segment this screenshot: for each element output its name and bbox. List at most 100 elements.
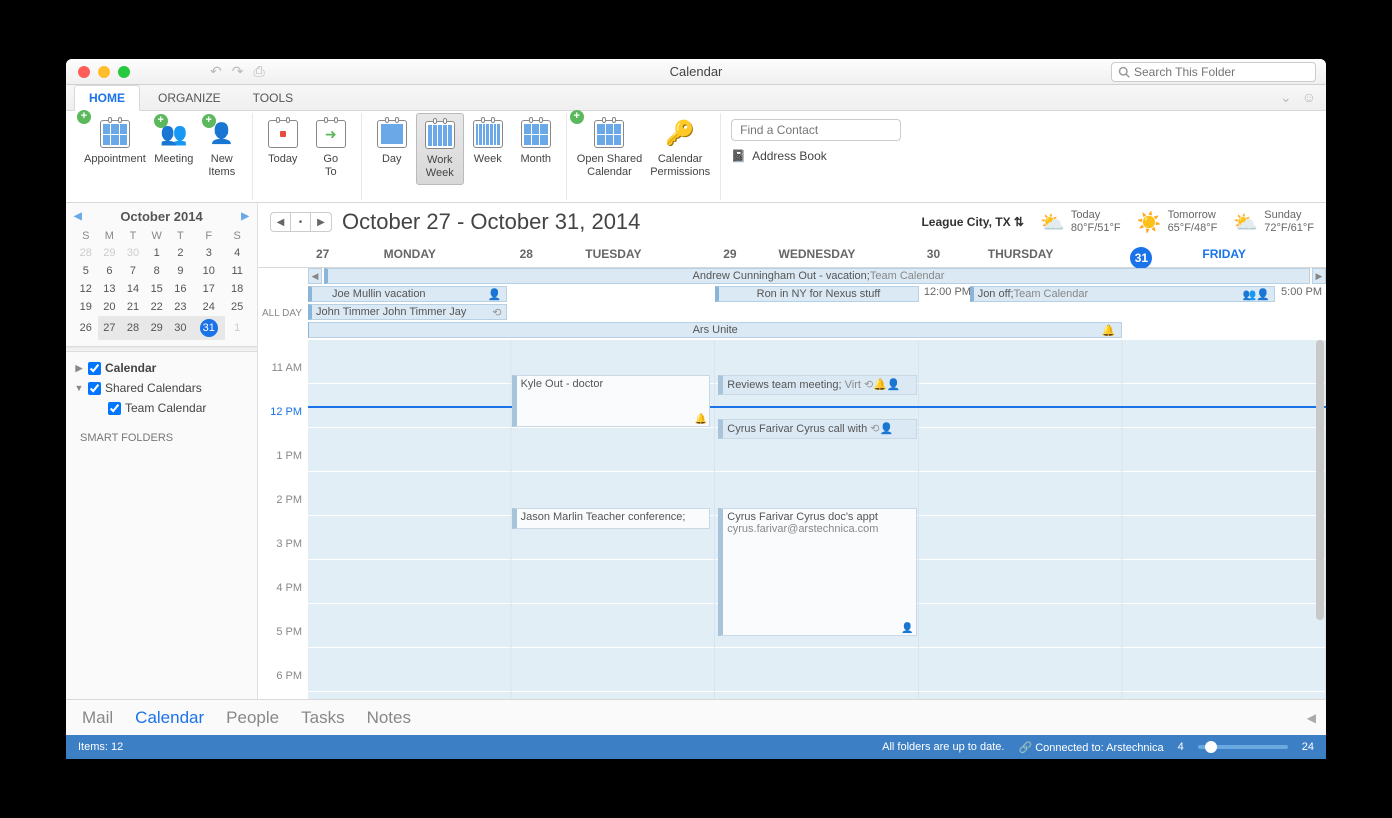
mini-calendar-day[interactable]: 20 bbox=[98, 298, 122, 316]
calendar-event[interactable]: Cyrus Farivar Cyrus doc's appt cyrus.far… bbox=[718, 508, 917, 636]
mini-calendar-day[interactable]: 13 bbox=[98, 280, 122, 298]
mini-calendar-day[interactable]: 22 bbox=[145, 298, 169, 316]
help-icon[interactable]: ☺ bbox=[1302, 89, 1316, 106]
search-input[interactable] bbox=[1111, 62, 1316, 82]
day-view-button[interactable]: Day bbox=[368, 113, 416, 170]
mini-calendar-day[interactable]: 27 bbox=[98, 316, 122, 340]
scrollbar-thumb[interactable] bbox=[1316, 340, 1324, 620]
prev-month-button[interactable]: ◀ bbox=[74, 211, 82, 222]
expand-icon[interactable]: ▶ bbox=[74, 363, 84, 374]
calendar-event[interactable]: Reviews team meeting; Virt ⟲🔔👤 bbox=[718, 375, 917, 395]
team-checkbox[interactable] bbox=[108, 402, 121, 415]
mini-calendar-day[interactable]: 4 bbox=[225, 244, 249, 262]
smart-folders-header[interactable]: SMART FOLDERS bbox=[66, 424, 257, 452]
week-view-button[interactable]: Week bbox=[464, 113, 512, 170]
allday-event[interactable]: Jon off; Team Calendar 👥👤 bbox=[970, 286, 1275, 302]
redo-icon[interactable]: ↷ bbox=[232, 63, 244, 80]
mini-calendar-day[interactable]: 23 bbox=[169, 298, 193, 316]
mini-calendar-day[interactable]: 31 bbox=[192, 316, 225, 340]
mini-calendar-day[interactable]: 28 bbox=[121, 316, 145, 340]
calendar-event[interactable]: Cyrus Farivar Cyrus call with ⟲👤 bbox=[718, 419, 917, 439]
nav-mail[interactable]: Mail bbox=[82, 708, 113, 728]
next-week-button[interactable]: ▶ bbox=[311, 213, 331, 231]
calendar-event[interactable]: Kyle Out - doctor 🔔 bbox=[512, 375, 711, 427]
collapse-nav-icon[interactable]: ◀ bbox=[1307, 711, 1316, 725]
day-header[interactable]: 31FRIDAY bbox=[1122, 243, 1326, 267]
weather-day[interactable]: ⛅Sunday72°F/61°F bbox=[1233, 209, 1314, 235]
tree-shared-calendars[interactable]: ▼ Shared Calendars bbox=[74, 378, 249, 398]
minimize-window-button[interactable] bbox=[98, 66, 110, 78]
zoom-slider[interactable] bbox=[1198, 745, 1288, 749]
month-view-button[interactable]: Month bbox=[512, 113, 560, 170]
day-header[interactable]: 27MONDAY bbox=[308, 243, 512, 267]
mini-calendar-day[interactable]: 2 bbox=[169, 244, 193, 262]
scrollbar[interactable] bbox=[1316, 340, 1324, 699]
collapse-ribbon-icon[interactable]: ⌄ bbox=[1280, 89, 1292, 106]
work-week-view-button[interactable]: Work Week bbox=[416, 113, 464, 185]
mini-calendar-day[interactable]: 3 bbox=[192, 244, 225, 262]
mini-calendar-day[interactable]: 30 bbox=[121, 244, 145, 262]
prev-week-button[interactable]: ◀ bbox=[271, 213, 291, 231]
mini-calendar-day[interactable]: 28 bbox=[74, 244, 98, 262]
tab-home[interactable]: HOME bbox=[74, 85, 140, 111]
tree-calendar[interactable]: ▶ Calendar bbox=[74, 358, 249, 378]
today-nav-button[interactable]: • bbox=[291, 213, 311, 231]
calendar-checkbox[interactable] bbox=[88, 362, 101, 375]
mini-calendar-day[interactable]: 18 bbox=[225, 280, 249, 298]
print-icon[interactable]: ⎙ bbox=[253, 63, 264, 80]
mini-calendar-day[interactable]: 5 bbox=[74, 262, 98, 280]
find-contact-input[interactable] bbox=[731, 119, 901, 141]
mini-calendar-day[interactable]: 9 bbox=[169, 262, 193, 280]
today-button[interactable]: Today bbox=[259, 113, 307, 170]
calendar-event[interactable]: Jason Marlin Teacher conference; bbox=[512, 508, 711, 529]
mini-calendar-day[interactable]: 24 bbox=[192, 298, 225, 316]
nav-people[interactable]: People bbox=[226, 708, 279, 728]
undo-icon[interactable]: ↶ bbox=[210, 63, 222, 80]
mini-calendar-day[interactable]: 10 bbox=[192, 262, 225, 280]
allday-event[interactable]: Ron in NY for Nexus stuff bbox=[715, 286, 919, 302]
mini-calendar-day[interactable]: 7 bbox=[121, 262, 145, 280]
meeting-button[interactable]: 👥+ Meeting bbox=[150, 113, 198, 170]
calendar-permissions-button[interactable]: 🔑 Calendar Permissions bbox=[646, 113, 714, 183]
goto-button[interactable]: ➜ Go To bbox=[307, 113, 355, 183]
weather-location[interactable]: League City, TX ⇅ bbox=[921, 215, 1024, 229]
weather-day[interactable]: ☀️Tomorrow65°F/48°F bbox=[1137, 209, 1218, 235]
grid-body[interactable]: Kyle Out - doctor 🔔 Reviews team meeting… bbox=[308, 340, 1326, 699]
nav-notes[interactable]: Notes bbox=[367, 708, 411, 728]
weather-day[interactable]: ⛅Today80°F/51°F bbox=[1040, 209, 1121, 235]
mini-calendar-day[interactable]: 19 bbox=[74, 298, 98, 316]
allday-event[interactable]: Andrew Cunningham Out - vacation; Team C… bbox=[324, 268, 1310, 284]
nav-calendar[interactable]: Calendar bbox=[135, 708, 204, 728]
day-header[interactable]: 30THURSDAY bbox=[919, 243, 1123, 267]
mini-calendar-day[interactable]: 11 bbox=[225, 262, 249, 280]
mini-calendar-day[interactable]: 8 bbox=[145, 262, 169, 280]
allday-event[interactable]: Joe Mullin vacation👤 bbox=[308, 286, 507, 302]
open-shared-calendar-button[interactable]: + Open Shared Calendar bbox=[573, 113, 646, 183]
next-month-button[interactable]: ▶ bbox=[241, 211, 249, 222]
mini-calendar-day[interactable]: 30 bbox=[169, 316, 193, 340]
zoom-thumb[interactable] bbox=[1205, 741, 1217, 753]
address-book-button[interactable]: 📓 Address Book bbox=[731, 149, 1308, 163]
mini-calendar-day[interactable]: 14 bbox=[121, 280, 145, 298]
mini-calendar-day[interactable]: 1 bbox=[145, 244, 169, 262]
mini-calendar-day[interactable]: 15 bbox=[145, 280, 169, 298]
allday-event[interactable]: Ars Unite 🔔 bbox=[308, 322, 1122, 338]
allday-next-icon[interactable]: ▶ bbox=[1312, 268, 1326, 284]
mini-calendar-day[interactable]: 21 bbox=[121, 298, 145, 316]
mini-calendar-day[interactable]: 26 bbox=[74, 316, 98, 340]
shared-checkbox[interactable] bbox=[88, 382, 101, 395]
mini-calendar-day[interactable]: 6 bbox=[98, 262, 122, 280]
appointment-button[interactable]: + Appointment bbox=[80, 113, 150, 170]
collapse-icon[interactable]: ▼ bbox=[74, 383, 84, 393]
mini-calendar-day[interactable]: 12 bbox=[74, 280, 98, 298]
allday-prev-icon[interactable]: ◀ bbox=[308, 268, 322, 284]
mini-calendar-day[interactable]: 16 bbox=[169, 280, 193, 298]
mini-calendar-day[interactable]: 29 bbox=[145, 316, 169, 340]
tab-tools[interactable]: TOOLS bbox=[239, 86, 307, 110]
day-header[interactable]: 28TUESDAY bbox=[512, 243, 716, 267]
mini-calendar-day[interactable]: 25 bbox=[225, 298, 249, 316]
zoom-window-button[interactable] bbox=[118, 66, 130, 78]
new-items-button[interactable]: 👤+ New Items bbox=[198, 113, 246, 183]
close-window-button[interactable] bbox=[78, 66, 90, 78]
allday-event[interactable]: John Timmer John Timmer Jay⟲ bbox=[308, 304, 507, 320]
